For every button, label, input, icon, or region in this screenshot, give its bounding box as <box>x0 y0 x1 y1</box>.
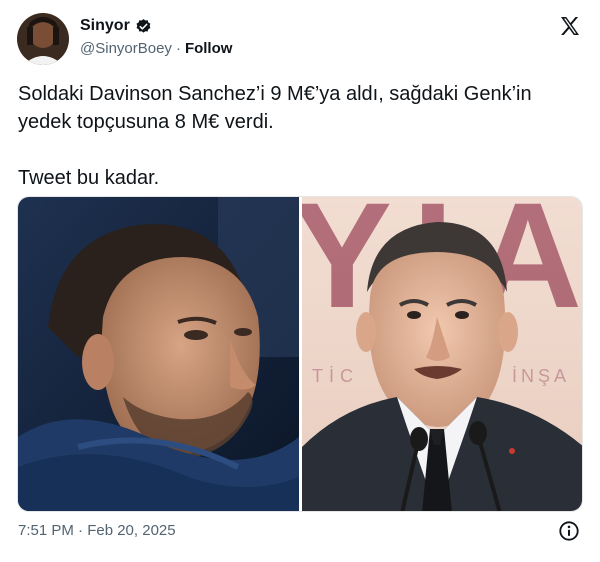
x-logo-icon[interactable] <box>558 14 582 38</box>
author-name-row: Sinyor <box>80 17 152 35</box>
author-handle-row: @SinyorBoey · Follow <box>80 40 232 57</box>
author-display-name[interactable]: Sinyor <box>80 17 130 35</box>
right-photo[interactable]: YIA TİC İNŞA <box>301 197 582 511</box>
info-icon[interactable] <box>558 520 580 542</box>
tweet-text: Soldaki Davinson Sanchez’i 9 M€’ya aldı,… <box>18 83 532 189</box>
avatar[interactable] <box>17 13 69 65</box>
follow-button[interactable]: Follow <box>185 40 233 57</box>
handle-separator: · <box>175 40 181 57</box>
right-photo-banner-right: İNŞA <box>512 366 570 386</box>
left-photo[interactable] <box>18 197 299 511</box>
author-handle[interactable]: @SinyorBoey <box>80 40 172 57</box>
tweet-timestamp[interactable]: 7:51 PM · Feb 20, 2025 <box>18 522 176 539</box>
tweet-media[interactable]: YIA TİC İNŞA <box>17 196 583 512</box>
verified-badge-icon <box>135 18 152 35</box>
right-photo-banner-left: TİC <box>312 366 359 386</box>
